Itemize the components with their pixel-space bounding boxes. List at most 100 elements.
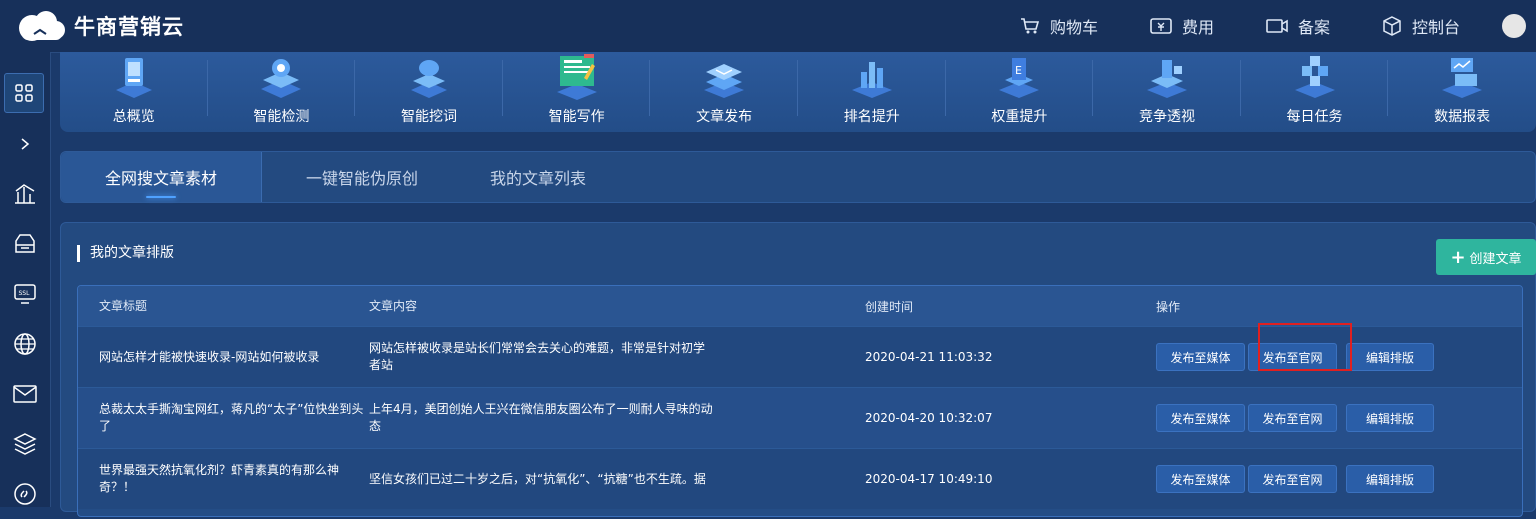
console-link[interactable]: 控制台 bbox=[1382, 14, 1460, 38]
left-sidebar: SSL bbox=[0, 52, 51, 507]
module-label: 竞争透视 bbox=[1138, 109, 1195, 125]
cart-link[interactable]: 购物车 bbox=[1020, 14, 1098, 38]
module-label: 文章发布 bbox=[696, 109, 753, 125]
mail-icon bbox=[13, 385, 37, 403]
module-weight[interactable]: E 权重提升 bbox=[946, 52, 1094, 132]
row-content: 网站怎样被收录是站长们常常会去关心的难题，非常是针对初学者站 bbox=[369, 341, 706, 372]
row-time: 2020-04-21 11:03:32 bbox=[865, 350, 993, 364]
weight-icon: E bbox=[999, 58, 1040, 98]
row-content: 坚信女孩们已过二十岁之后，对“抗氧化”、“抗糖”也不生疏。据 bbox=[369, 471, 706, 486]
article-panel: 我的文章排版 + 创建文章 文章标题 文章内容 创建时间 操作 网站怎样才能被快… bbox=[60, 222, 1536, 517]
reports-icon bbox=[1442, 58, 1483, 98]
sidebar-item-link[interactable] bbox=[0, 469, 50, 519]
module-bar: 总概览 智能检测 智能挖词 智能写作 文章发布 排名提升 E 权重提升 竞争透视… bbox=[60, 52, 1536, 132]
header-content: 文章内容 bbox=[369, 298, 418, 313]
globe-icon bbox=[14, 333, 36, 355]
header-actions: 操作 bbox=[1156, 299, 1181, 314]
publish-icon bbox=[704, 64, 745, 98]
table-row: 总裁太太手撕淘宝网红，蒋凡的“太子”位快坐到头了 上年4月，美团创始人王兴在微信… bbox=[78, 387, 1522, 448]
ssl-icon: SSL bbox=[14, 284, 36, 304]
fee-link[interactable]: 费用 bbox=[1150, 14, 1214, 38]
cart-label: 购物车 bbox=[1049, 18, 1098, 37]
module-label: 权重提升 bbox=[991, 109, 1048, 125]
ranking-icon bbox=[851, 62, 892, 98]
publish-media-button[interactable]: 发布至媒体 bbox=[1156, 343, 1245, 371]
brand-name: 牛商营销云 bbox=[74, 15, 184, 39]
grid-icon bbox=[15, 84, 33, 102]
avatar[interactable] bbox=[1502, 14, 1526, 38]
module-label: 智能检测 bbox=[253, 109, 310, 125]
svg-text:SSL: SSL bbox=[19, 290, 31, 297]
edit-layout-button[interactable]: 编辑排版 bbox=[1346, 465, 1434, 493]
panel-title: 我的文章排版 bbox=[77, 245, 174, 262]
header-title: 文章标题 bbox=[99, 298, 148, 313]
writing-icon bbox=[556, 54, 597, 100]
sidebar-item-layers[interactable] bbox=[0, 419, 50, 469]
row-time: 2020-04-17 10:49:10 bbox=[865, 472, 993, 486]
plus-icon: + bbox=[1450, 246, 1466, 268]
chart-icon bbox=[15, 184, 35, 204]
tab-search-materials[interactable]: 全网搜文章素材 bbox=[61, 152, 262, 202]
sidebar-item-dashboard[interactable] bbox=[4, 73, 44, 113]
cloud-logo-icon bbox=[12, 8, 68, 44]
module-label: 总概览 bbox=[112, 109, 155, 125]
publish-media-button[interactable]: 发布至媒体 bbox=[1156, 465, 1245, 493]
layers-icon bbox=[13, 433, 37, 455]
module-label: 每日任务 bbox=[1286, 109, 1343, 125]
row-actions: 发布至媒体 发布至官网 编辑排版 bbox=[1156, 465, 1522, 493]
module-detect[interactable]: 智能检测 bbox=[208, 52, 356, 132]
module-reports[interactable]: 数据报表 bbox=[1388, 52, 1536, 132]
module-publish[interactable]: 文章发布 bbox=[650, 52, 798, 132]
content-tabs: 全网搜文章素材 一键智能伪原创 我的文章列表 bbox=[60, 151, 1536, 203]
header-time: 创建时间 bbox=[865, 299, 914, 314]
cloud-icon bbox=[15, 234, 35, 253]
publish-site-button[interactable]: 发布至官网 bbox=[1248, 404, 1337, 432]
tasks-icon bbox=[1294, 56, 1335, 98]
chevron-right-icon bbox=[21, 138, 30, 150]
module-writing[interactable]: 智能写作 bbox=[503, 52, 651, 132]
create-article-label: 创建文章 bbox=[1469, 251, 1522, 267]
ticket-icon bbox=[1150, 18, 1172, 34]
brand-logo[interactable]: 牛商营销云 bbox=[12, 8, 184, 44]
tab-my-articles[interactable]: 我的文章列表 bbox=[438, 152, 638, 202]
svg-text:E: E bbox=[1015, 64, 1022, 77]
sidebar-item-stats[interactable] bbox=[0, 169, 50, 219]
module-label: 排名提升 bbox=[843, 109, 900, 125]
tab-rewrite[interactable]: 一键智能伪原创 bbox=[262, 152, 462, 202]
keywords-icon bbox=[410, 60, 447, 98]
module-daily-tasks[interactable]: 每日任务 bbox=[1241, 52, 1389, 132]
camera-icon bbox=[1266, 19, 1288, 33]
module-ranking[interactable]: 排名提升 bbox=[798, 52, 946, 132]
row-title: 世界最强天然抗氧化剂？虾青素真的有那么神奇？！ bbox=[99, 463, 340, 494]
sidebar-item-cloud[interactable] bbox=[0, 219, 50, 269]
row-content: 上年4月，美团创始人王兴在微信朋友圈公布了一则耐人寻味的动态 bbox=[369, 402, 713, 433]
article-table: 文章标题 文章内容 创建时间 操作 网站怎样才能被快速收录-网站如何被收录 网站… bbox=[77, 285, 1523, 517]
detect-icon bbox=[261, 59, 302, 98]
top-nav: 购物车 费用 备案 控制台 bbox=[1020, 0, 1536, 52]
sidebar-item-domain[interactable] bbox=[0, 319, 50, 369]
row-actions: 发布至媒体 发布至官网 编辑排版 bbox=[1156, 404, 1522, 432]
publish-media-button[interactable]: 发布至媒体 bbox=[1156, 404, 1245, 432]
module-label: 数据报表 bbox=[1434, 109, 1491, 125]
sidebar-item-ssl[interactable]: SSL bbox=[0, 269, 50, 319]
console-label: 控制台 bbox=[1411, 18, 1460, 37]
filing-label: 备案 bbox=[1297, 18, 1330, 37]
overview-icon bbox=[115, 58, 152, 98]
cart-icon bbox=[1020, 18, 1039, 34]
create-article-button[interactable]: + 创建文章 bbox=[1436, 239, 1536, 275]
top-bar: 牛商营销云 购物车 费用 备案 控制台 bbox=[0, 0, 1536, 53]
sidebar-item-mail[interactable] bbox=[0, 369, 50, 419]
publish-site-button[interactable]: 发布至官网 bbox=[1248, 343, 1337, 371]
sidebar-expand[interactable] bbox=[0, 119, 50, 169]
edit-layout-button[interactable]: 编辑排版 bbox=[1346, 404, 1434, 432]
link-icon bbox=[14, 483, 36, 505]
filing-link[interactable]: 备案 bbox=[1266, 14, 1330, 38]
module-keywords[interactable]: 智能挖词 bbox=[355, 52, 503, 132]
module-overview[interactable]: 总概览 bbox=[60, 52, 208, 132]
edit-layout-button[interactable]: 编辑排版 bbox=[1346, 343, 1434, 371]
fee-label: 费用 bbox=[1181, 18, 1214, 37]
publish-site-button[interactable]: 发布至官网 bbox=[1248, 465, 1337, 493]
row-title: 网站怎样才能被快速收录-网站如何被收录 bbox=[99, 349, 320, 364]
module-competition[interactable]: 竞争透视 bbox=[1093, 52, 1241, 132]
table-header: 文章标题 文章内容 创建时间 操作 bbox=[78, 286, 1522, 326]
